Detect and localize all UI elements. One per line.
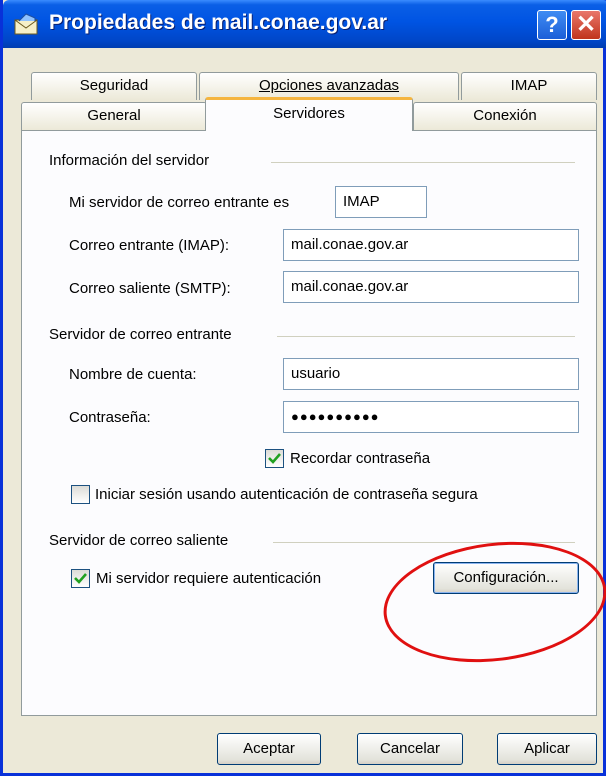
settings-button[interactable]: Configuración... (433, 562, 579, 594)
cancel-button[interactable]: Cancelar (357, 733, 463, 765)
remember-password-label[interactable]: Recordar contraseña (290, 450, 430, 467)
mail-account-icon (14, 13, 38, 35)
tab-opciones-avanzadas[interactable]: Opciones avanzadas (199, 72, 459, 100)
account-name-label: Nombre de cuenta: (69, 366, 197, 383)
tab-general[interactable]: General (21, 102, 207, 130)
incoming-server-input[interactable]: mail.conae.gov.ar (283, 229, 579, 261)
requires-auth-checkbox[interactable] (71, 569, 90, 588)
password-input[interactable]: ●●●●●●●●●● (283, 401, 579, 433)
properties-dialog: Propiedades de mail.conae.gov.ar ? ✕ Seg… (0, 0, 606, 776)
group-divider (271, 162, 575, 163)
tab-conexion[interactable]: Conexión (413, 102, 597, 130)
account-name-input[interactable]: usuario (283, 358, 579, 390)
secure-auth-checkbox[interactable] (71, 485, 90, 504)
checkmark-icon (74, 573, 87, 584)
apply-button[interactable]: Aplicar (497, 733, 597, 765)
close-icon: ✕ (575, 11, 597, 38)
outgoing-group-label: Servidor de correo saliente (49, 532, 229, 549)
title-bar[interactable]: Propiedades de mail.conae.gov.ar ? ✕ (3, 0, 606, 48)
tab-servidores[interactable]: Servidores (205, 97, 413, 131)
tab-opciones-avanzadas-label: Opciones avanzadas (258, 77, 400, 94)
remember-password-checkbox[interactable] (265, 449, 284, 468)
outgoing-server-input[interactable]: mail.conae.gov.ar (283, 271, 579, 303)
tab-imap[interactable]: IMAP (461, 72, 597, 100)
incoming-server-label: Correo entrante (IMAP): (69, 237, 230, 254)
server-info-group-label: Información del servidor (49, 152, 210, 169)
incoming-type-label: Mi servidor de correo entrante es (69, 194, 290, 211)
tab-seguridad[interactable]: Seguridad (31, 72, 197, 100)
group-divider (277, 336, 575, 337)
incoming-group-label: Servidor de correo entrante (49, 326, 232, 343)
group-divider (273, 542, 575, 543)
help-button[interactable]: ? (537, 10, 567, 40)
secure-auth-label[interactable]: Iniciar sesión usando autenticación de c… (95, 486, 478, 503)
window-title: Propiedades de mail.conae.gov.ar (49, 11, 388, 34)
help-icon: ? (545, 12, 559, 37)
checkmark-icon (268, 453, 281, 464)
ok-button[interactable]: Aceptar (217, 733, 321, 765)
requires-auth-label[interactable]: Mi servidor requiere autenticación (96, 570, 321, 587)
close-button[interactable]: ✕ (571, 10, 601, 40)
password-label: Contraseña: (69, 409, 151, 426)
outgoing-server-label: Correo saliente (SMTP): (69, 280, 231, 297)
incoming-type-field: IMAP (335, 186, 427, 218)
